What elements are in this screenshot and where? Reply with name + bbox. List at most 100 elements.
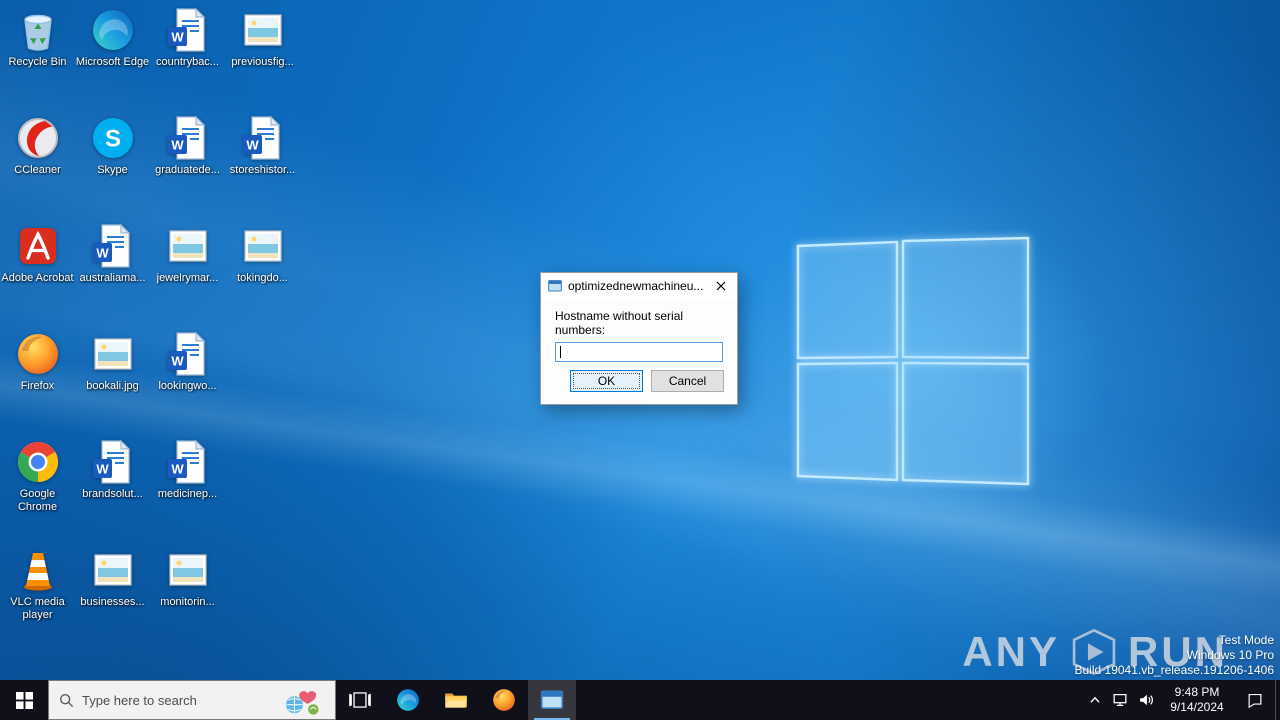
svg-text:W: W — [171, 354, 184, 369]
taskbar-file-explorer-button[interactable] — [432, 680, 480, 720]
svg-text:S: S — [104, 126, 120, 153]
image-file-icon — [89, 330, 137, 378]
desktop-icon-firefox[interactable]: Firefox — [0, 330, 75, 438]
os-label: Windows 10 Pro — [1186, 648, 1274, 662]
desktop-icon-jewelrymar-img[interactable]: jewelrymar... — [150, 222, 225, 330]
desktop-icon-vlc-media-player[interactable]: VLC media player — [0, 546, 75, 654]
desktop-icon-countrybac-doc[interactable]: Wcountrybac... — [150, 6, 225, 114]
desktop-icon-label: Recycle Bin — [8, 56, 67, 68]
desktop-icon-lookingwo-doc[interactable]: Wlookingwo... — [150, 330, 225, 438]
file-explorer-icon — [443, 687, 469, 713]
desktop-icon-businesses-img[interactable]: businesses... — [75, 546, 150, 654]
desktop-icon-australiama-doc[interactable]: Waustraliama... — [75, 222, 150, 330]
show-desktop-button[interactable] — [1275, 680, 1280, 720]
desktop-icon-brandsolut-doc[interactable]: Wbrandsolut... — [75, 438, 150, 546]
word-doc-icon: W — [164, 438, 212, 486]
image-file-icon — [239, 6, 287, 54]
search-box[interactable]: Type here to search — [48, 680, 336, 720]
ethernet-icon[interactable] — [1107, 680, 1133, 720]
dialog-title: optimizednewmachineu... — [568, 279, 704, 293]
word-doc-icon: W — [164, 6, 212, 54]
desktop-icon-label: brandsolut... — [82, 488, 143, 500]
desktop-icon-label: monitorin... — [160, 596, 215, 608]
edge-icon — [395, 687, 421, 713]
taskbar-task-view-button[interactable] — [336, 680, 384, 720]
build-label: Build 19041.vb_release.191206-1406 — [1074, 663, 1275, 677]
task-view-icon — [347, 687, 373, 713]
anyrun-watermark: ANY RUN Test Mode Windows 10 Pro Build 1… — [962, 625, 1274, 678]
desktop-icon-tokingdo-img[interactable]: tokingdo... — [225, 222, 300, 330]
hidden-icons-chevron[interactable] — [1083, 680, 1107, 720]
hostname-dialog: optimizednewmachineu... Hostname without… — [540, 272, 738, 405]
desktop-icon-label: storeshistor... — [229, 164, 296, 176]
image-file-icon — [89, 546, 137, 594]
svg-text:W: W — [171, 30, 184, 45]
desktop-icon-recycle-bin[interactable]: Recycle Bin — [0, 6, 75, 114]
ok-button[interactable]: OK — [570, 370, 643, 392]
desktop-icon-storeshistor-doc[interactable]: Wstoreshistor... — [225, 114, 300, 222]
taskbar-firefox-button[interactable] — [480, 680, 528, 720]
anyrun-logo-icon — [1068, 627, 1120, 677]
desktop-icon-medicinep-doc[interactable]: Wmedicinep... — [150, 438, 225, 546]
desktop-icon-label: businesses... — [80, 596, 145, 608]
test-mode-label: Test Mode — [1218, 633, 1274, 647]
image-file-icon — [164, 222, 212, 270]
search-highlights-art[interactable] — [283, 685, 321, 720]
chrome-icon — [14, 438, 62, 486]
search-placeholder: Type here to search — [82, 692, 197, 708]
desktop-icon-graduatede-doc[interactable]: Wgraduatede... — [150, 114, 225, 222]
desktop-icon-label: medicinep... — [157, 488, 218, 500]
system-tray: 9:48 PM 9/14/2024 — [1083, 680, 1280, 720]
acrobat-icon — [14, 222, 62, 270]
svg-text:W: W — [246, 138, 259, 153]
taskbar-edge-button[interactable] — [384, 680, 432, 720]
desktop-icon-bookali-jpg[interactable]: bookali.jpg — [75, 330, 150, 438]
taskbar-apps — [336, 680, 576, 720]
desktop-icon-label: Microsoft Edge — [75, 56, 150, 68]
recycle-bin-icon — [14, 6, 62, 54]
taskbar-empty-area — [576, 680, 1083, 720]
word-doc-icon: W — [164, 114, 212, 162]
desktop-icon-label: Adobe Acrobat — [1, 272, 74, 284]
word-doc-icon: W — [89, 222, 137, 270]
dialog-titlebar[interactable]: optimizednewmachineu... — [541, 273, 737, 299]
desktop-icon-label: jewelrymar... — [156, 272, 219, 284]
svg-text:W: W — [96, 462, 109, 477]
skype-icon: S — [89, 114, 137, 162]
ccleaner-icon — [14, 114, 62, 162]
svg-text:W: W — [96, 246, 109, 261]
desktop-icon-label: VLC media player — [10, 596, 65, 621]
desktop-icon-previousfig-img[interactable]: previousfig... — [225, 6, 300, 114]
close-icon[interactable] — [705, 273, 737, 299]
svg-text:W: W — [171, 462, 184, 477]
word-doc-icon: W — [164, 330, 212, 378]
desktop: Recycle Bin CCleaner Adobe Acrobat Firefox G… — [0, 0, 1280, 720]
hostname-input[interactable] — [555, 342, 723, 362]
anyrun-brand-left: ANY — [962, 628, 1060, 675]
search-icon — [59, 693, 74, 708]
taskbar-hostname-dialog-app-button[interactable] — [528, 680, 576, 720]
svg-text:W: W — [171, 138, 184, 153]
desktop-icon-label: lookingwo... — [158, 380, 217, 392]
desktop-icon-label: Firefox — [20, 380, 55, 392]
volume-icon[interactable] — [1133, 680, 1159, 720]
hostname-input-wrap — [555, 342, 723, 362]
cancel-button[interactable]: Cancel — [651, 370, 724, 392]
desktop-icon-label: countrybac... — [156, 56, 219, 68]
image-file-icon — [239, 222, 287, 270]
desktop-icon-skype[interactable]: S Skype — [75, 114, 150, 222]
word-doc-icon: W — [239, 114, 287, 162]
desktop-icon-microsoft-edge[interactable]: Microsoft Edge — [75, 6, 150, 114]
desktop-icon-google-chrome[interactable]: Google Chrome — [0, 438, 75, 546]
start-button[interactable] — [0, 680, 48, 720]
desktop-icon-adobe-acrobat[interactable]: Adobe Acrobat — [0, 222, 75, 330]
clock-time: 9:48 PM — [1174, 685, 1220, 699]
desktop-icon-label: bookali.jpg — [86, 380, 139, 392]
desktop-icon-ccleaner[interactable]: CCleaner — [0, 114, 75, 222]
desktop-icon-label: tokingdo... — [237, 272, 288, 284]
desktop-icon-monitorin-img[interactable]: monitorin... — [150, 546, 225, 654]
taskbar: Type here to search 9:48 PM 9/14/2024 — [0, 680, 1280, 720]
taskbar-clock[interactable]: 9:48 PM 9/14/2024 — [1159, 680, 1235, 720]
clock-date: 9/14/2024 — [1170, 700, 1224, 714]
action-center-icon[interactable] — [1235, 680, 1275, 720]
